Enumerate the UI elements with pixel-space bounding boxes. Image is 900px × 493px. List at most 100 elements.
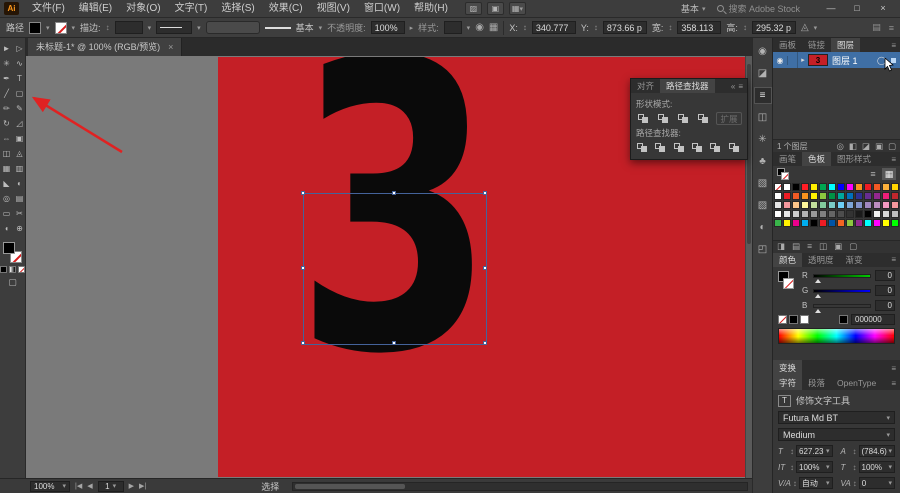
search-field[interactable]: 搜索 Adobe Stock	[717, 2, 800, 15]
panel-menu-icon[interactable]: ≡	[891, 155, 896, 164]
y-field[interactable]: 873.66 p	[602, 21, 647, 34]
chevron-down-icon[interactable]: ▾	[319, 24, 323, 32]
zoom-tool[interactable]: ⊕	[13, 221, 26, 236]
swatch-options[interactable]: ≡	[807, 241, 812, 252]
selection-handle[interactable]	[483, 341, 487, 345]
panel-menu-icon[interactable]: ≡	[738, 82, 743, 91]
intersect[interactable]	[676, 112, 692, 125]
swatch[interactable]	[810, 201, 818, 210]
direct-selection-tool[interactable]: ▷	[13, 41, 26, 56]
slider-track[interactable]	[813, 303, 871, 313]
new-color-group[interactable]: ◫	[819, 241, 827, 252]
swatch[interactable]	[873, 192, 881, 201]
tab-brushes[interactable]: 画笔	[773, 152, 802, 166]
touch-type-tool-button[interactable]: T 修饰文字工具	[778, 394, 895, 407]
field-value[interactable]: (784.6) ▾	[858, 445, 895, 457]
field-value[interactable]: 自动 ▾	[798, 477, 833, 489]
exclude[interactable]	[696, 112, 712, 125]
layer-thumbnail[interactable]: 3	[808, 54, 828, 66]
opacity-field[interactable]: 100%	[370, 21, 405, 34]
swatch[interactable]	[855, 219, 863, 228]
black-swatch[interactable]	[789, 314, 798, 324]
swatch[interactable]	[846, 192, 854, 201]
workspace-switcher[interactable]: 基本 ▾	[681, 2, 706, 15]
draw-mode-button[interactable]: ▢	[0, 277, 25, 288]
layer-name[interactable]: 图层 1	[832, 54, 858, 67]
swatch[interactable]	[783, 210, 791, 219]
tab-paragraph[interactable]: 段落	[802, 376, 831, 390]
outline[interactable]	[709, 141, 723, 154]
artboard-tool[interactable]: ▭	[0, 206, 13, 221]
swatch[interactable]	[810, 192, 818, 201]
swatch[interactable]	[819, 201, 827, 210]
swatch[interactable]	[810, 210, 818, 219]
stroke-weight-field[interactable]	[114, 21, 143, 34]
make-clip-mask[interactable]: ◧	[849, 141, 857, 152]
swatch[interactable]	[819, 183, 827, 192]
hex-field[interactable]: 000000	[851, 313, 895, 325]
selection-handle[interactable]	[392, 341, 396, 345]
collapse-panel-icon[interactable]: «	[731, 82, 735, 91]
fill-color-swatch[interactable]	[29, 21, 42, 34]
color-themes[interactable]: ◉	[755, 44, 771, 59]
first-artboard-button[interactable]: |◀	[75, 482, 82, 490]
stepper-icon[interactable]: ↕	[853, 479, 857, 488]
expand-triangle-icon[interactable]: ▸	[798, 56, 808, 64]
selection-handle[interactable]	[301, 341, 305, 345]
none-button[interactable]	[18, 266, 25, 273]
menu-item[interactable]: 文字(T)	[168, 0, 215, 17]
scrollbar-thumb[interactable]	[295, 483, 406, 489]
swatch[interactable]	[774, 183, 782, 192]
transform-shortcut-icon[interactable]: ◬	[801, 22, 809, 33]
pen-tool[interactable]: ✒	[0, 71, 13, 86]
artboard-number-field[interactable]: 1 ▾	[97, 480, 124, 492]
column-graph-tool[interactable]: ▤	[13, 191, 26, 206]
swatch[interactable]	[864, 192, 872, 201]
panel-menu-icon[interactable]: ≡	[891, 255, 896, 264]
font-style-select[interactable]: Medium ▾	[778, 428, 895, 441]
swatch-kinds[interactable]: ▤	[792, 241, 800, 252]
chevron-down-icon[interactable]: ▾	[148, 24, 152, 32]
layer-row[interactable]: ◉ ▸ 3 图层 1 ◯	[773, 52, 900, 68]
swatch[interactable]	[774, 201, 782, 210]
swatch[interactable]	[882, 219, 890, 228]
gradient-tool[interactable]: ▥	[13, 161, 26, 176]
channel-value-field[interactable]: 0	[875, 300, 895, 312]
stepper-icon[interactable]: ↕	[523, 23, 527, 32]
color-spectrum-bar[interactable]	[778, 327, 895, 344]
symbol-sprayer-panel[interactable]: ✳	[755, 132, 771, 147]
selection-handle[interactable]	[301, 191, 305, 195]
height-field[interactable]: 295.32 p	[751, 21, 796, 34]
chevron-down-icon[interactable]: ▾	[46, 24, 50, 32]
swatch[interactable]	[810, 219, 818, 228]
panel-menu-icon[interactable]: ≡	[891, 41, 896, 50]
mesh-tool[interactable]: ▦	[0, 161, 13, 176]
swatch[interactable]	[837, 201, 845, 210]
stroke-color-swatch[interactable]	[54, 21, 67, 34]
zoom-level-dropdown[interactable]: 100% ▾	[30, 480, 70, 492]
swatch[interactable]	[837, 192, 845, 201]
swatch[interactable]	[837, 219, 845, 228]
swatch[interactable]	[828, 219, 836, 228]
swatch[interactable]	[819, 192, 827, 201]
menu-item[interactable]: 文件(F)	[25, 0, 72, 17]
x-field[interactable]: 340.777	[531, 21, 576, 34]
menu-item[interactable]: 帮助(H)	[407, 0, 455, 17]
width-tool[interactable]: ⇔	[0, 131, 13, 146]
swatch[interactable]	[783, 201, 791, 210]
swatch[interactable]	[810, 183, 818, 192]
panel-menu-icon[interactable]: ≡	[889, 23, 894, 33]
merge[interactable]	[673, 141, 687, 154]
list-view-button[interactable]: ≡	[866, 168, 880, 180]
type-tool[interactable]: T	[13, 71, 26, 86]
selection-tool[interactable]: ►	[0, 41, 13, 56]
prev-artboard-button[interactable]: ◀	[87, 482, 92, 490]
chevron-down-icon[interactable]: ▾	[814, 24, 818, 32]
horizontal-scrollbar[interactable]	[292, 481, 748, 491]
panel-menu-icon[interactable]: ≡	[891, 364, 896, 373]
transform-panel[interactable]: ◫	[755, 110, 771, 125]
tab-character[interactable]: 字符	[773, 376, 803, 390]
swatch[interactable]	[774, 210, 782, 219]
tab-opentype[interactable]: OpenType	[831, 376, 882, 390]
swatch[interactable]	[801, 210, 809, 219]
